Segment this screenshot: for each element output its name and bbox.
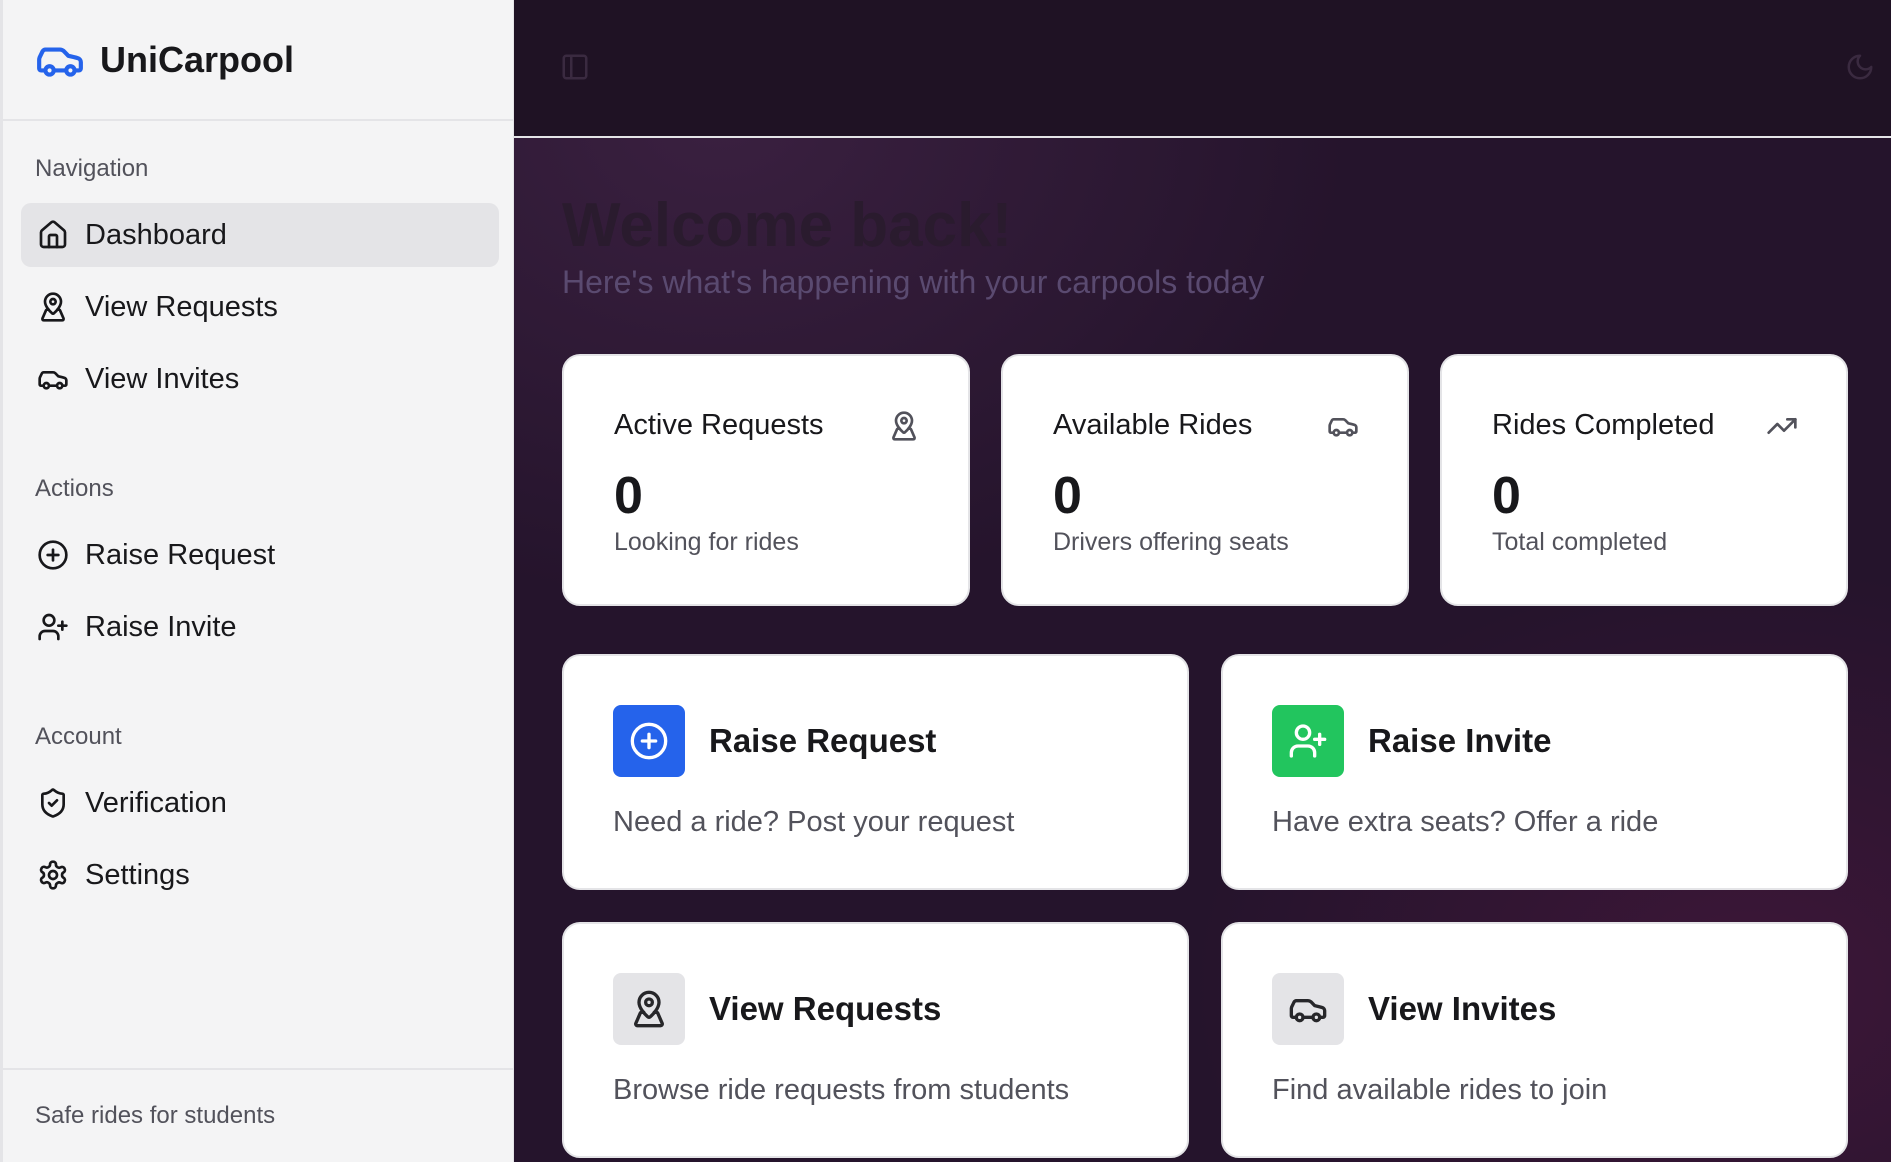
sidebar-item-label: Raise Request [85,538,276,571]
sidebar-item-view-invites[interactable]: View Invites [21,347,499,411]
top-bar [514,0,1891,138]
stat-card-rides-completed: Rides Completed 0 Total completed [1440,354,1848,606]
stat-card-active-requests: Active Requests 0 Looking for rides [562,354,970,606]
sidebar-item-raise-request[interactable]: Raise Request [21,523,499,587]
sidebar-item-verification[interactable]: Verification [21,771,499,835]
map-pin-user-icon [37,291,69,323]
action-description: Find available rides to join [1272,1074,1608,1106]
sidebar-item-dashboard[interactable]: Dashboard [21,203,499,267]
plus-circle-icon [37,539,69,571]
page-title: Welcome back! [562,191,1013,260]
sidebar-item-settings[interactable]: Settings [21,843,499,907]
action-title: View Requests [709,990,942,1027]
home-icon [37,219,69,251]
stat-description: Total completed [1492,528,1668,556]
action-tile [613,973,685,1045]
action-title: Raise Request [709,722,937,759]
page-subtitle: Here's what's happening with your carpoo… [562,264,1265,300]
car-icon [1327,410,1359,442]
sidebar-item-label: View Requests [85,290,278,323]
stat-title: Available Rides [1053,409,1253,441]
stat-description: Looking for rides [614,528,799,556]
main-content: Welcome back! Here's what's happening wi… [514,0,1891,1162]
car-icon [35,35,85,85]
user-plus-icon [1288,721,1328,761]
map-pin-user-icon [629,989,669,1029]
sidebar-item-label: Raise Invite [85,610,237,643]
action-description: Need a ride? Post your request [613,806,1015,838]
sidebar-footer: Safe rides for students [3,1068,513,1162]
sidebar-toggle-icon[interactable] [560,52,590,82]
stat-value: 0 [1053,467,1082,525]
sidebar-item-label: Dashboard [85,218,227,251]
sidebar-item-label: Verification [85,786,227,819]
action-title: View Invites [1368,990,1557,1027]
action-card-view-invites[interactable]: View Invites Find available rides to joi… [1221,922,1848,1158]
action-card-view-requests[interactable]: View Requests Browse ride requests from … [562,922,1189,1158]
shield-check-icon [37,787,69,819]
group-label-navigation: Navigation [35,155,149,182]
sidebar-item-view-requests[interactable]: View Requests [21,275,499,339]
action-title: Raise Invite [1368,722,1552,759]
car-icon [37,363,69,395]
stat-title: Rides Completed [1492,409,1715,441]
car-icon [1288,989,1328,1029]
sidebar-item-label: Settings [85,858,190,891]
stat-card-available-rides: Available Rides 0 Drivers offering seats [1001,354,1409,606]
moon-icon[interactable] [1845,52,1875,82]
stat-title: Active Requests [614,409,824,441]
stat-value: 0 [614,467,643,525]
gear-icon [37,859,69,891]
sidebar: UniCarpool Navigation Dashboard View Req… [0,0,514,1162]
action-tile [613,705,685,777]
action-tile [1272,973,1344,1045]
group-label-actions: Actions [35,475,114,502]
trending-up-icon [1766,410,1798,442]
stat-description: Drivers offering seats [1053,528,1289,556]
map-pin-user-icon [888,410,920,442]
group-label-account: Account [35,723,122,750]
sidebar-item-label: View Invites [85,362,240,395]
sidebar-item-raise-invite[interactable]: Raise Invite [21,595,499,659]
action-card-raise-request[interactable]: Raise Request Need a ride? Post your req… [562,654,1189,890]
action-card-raise-invite[interactable]: Raise Invite Have extra seats? Offer a r… [1221,654,1848,890]
app-title: UniCarpool [100,38,294,80]
action-description: Have extra seats? Offer a ride [1272,806,1659,838]
user-plus-icon [37,611,69,643]
action-tile [1272,705,1344,777]
action-description: Browse ride requests from students [613,1074,1070,1106]
brand-header[interactable]: UniCarpool [3,0,513,121]
plus-circle-icon [629,721,669,761]
stat-value: 0 [1492,467,1521,525]
